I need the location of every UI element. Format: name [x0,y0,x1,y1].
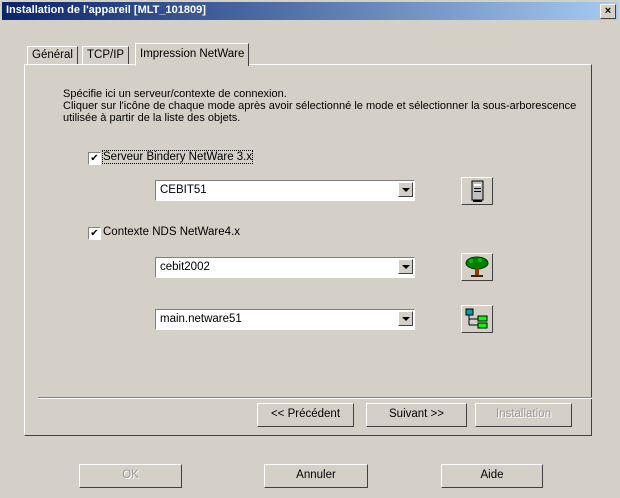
tab-general[interactable]: Général [27,46,78,65]
cancel-button[interactable]: Annuler [264,464,368,488]
ok-button[interactable]: OK [79,464,182,488]
bindery-server-select[interactable]: CEBIT51 [155,180,415,201]
bindery-checkbox-label[interactable]: Serveur Bindery NetWare 3.x [101,150,254,164]
tab-impression-netware[interactable]: Impression NetWare [135,43,250,66]
tree-icon [465,256,489,277]
chevron-down-icon[interactable] [398,259,413,274]
close-button[interactable]: × [600,4,616,19]
nds-checkbox-label[interactable]: Contexte NDS NetWare4.x [103,226,240,238]
nds-tree-select[interactable]: cebit2002 [155,257,415,278]
description-text: Spécifie ici un serveur/contexte de conn… [63,88,583,124]
bindery-checkbox[interactable]: ✔ [88,152,101,165]
title-bar[interactable]: Installation de l'appareil [MLT_101809] … [2,2,618,20]
dialog-window: Installation de l'appareil [MLT_101809] … [0,0,620,498]
nds-checkbox[interactable]: ✔ [88,227,101,240]
nds-context-select[interactable]: main.netware51 [155,309,415,330]
chevron-down-icon[interactable] [398,311,413,326]
install-button[interactable]: Installation [475,403,572,427]
tree-browse-button[interactable] [461,253,493,281]
previous-button[interactable]: << Précédent [257,403,354,427]
next-button[interactable]: Suivant >> [366,403,467,427]
server-icon [471,180,484,202]
separator [38,397,592,399]
nds-tree-value: cebit2002 [160,261,210,273]
window-title: Installation de l'appareil [MLT_101809] [6,4,206,16]
bindery-server-value: CEBIT51 [160,184,207,196]
context-browse-button[interactable] [461,305,493,333]
server-browse-button[interactable] [461,177,493,205]
hierarchy-icon [465,308,488,329]
nds-context-value: main.netware51 [160,313,242,325]
tab-tcpip[interactable]: TCP/IP [82,46,130,65]
description-content: Spécifie ici un serveur/contexte de conn… [63,88,577,124]
chevron-down-icon[interactable] [398,182,413,197]
help-button[interactable]: Aide [441,464,543,488]
